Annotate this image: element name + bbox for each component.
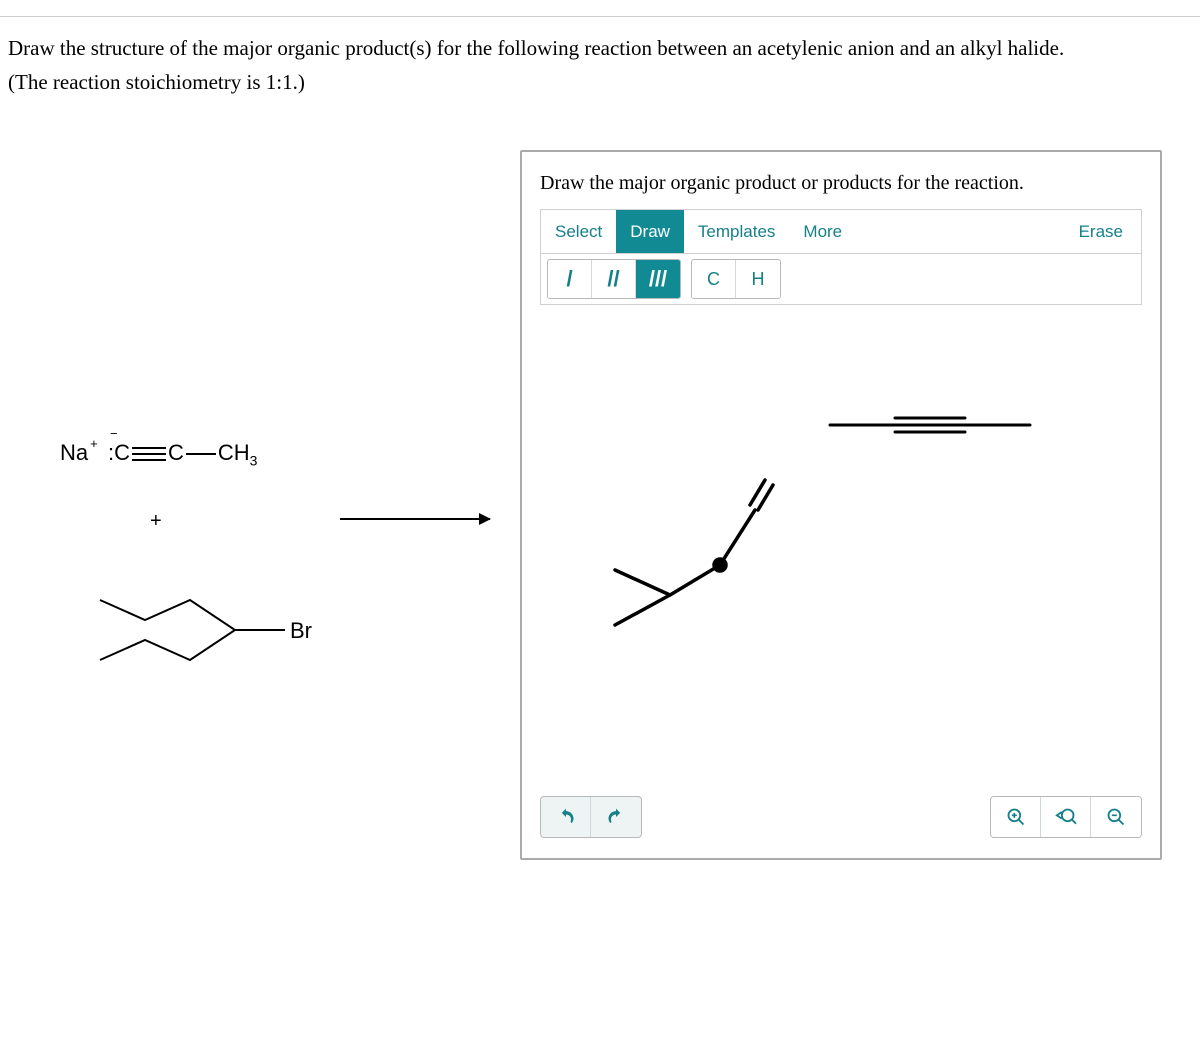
zoom-reset-icon [1055, 807, 1077, 827]
question-line2: (The reaction stoichiometry is 1:1.) [8, 70, 305, 94]
methyl-group: CH3 [218, 440, 258, 465]
sodium-charge: + [90, 436, 98, 451]
undo-icon [556, 807, 576, 827]
bromine-label: Br [290, 618, 312, 644]
single-bond-icon [186, 453, 216, 455]
drawing-canvas[interactable] [540, 315, 1142, 715]
question-line1: Draw the structure of the major organic … [8, 36, 1064, 60]
carbanion-prefix: −:C [108, 440, 130, 465]
plus-symbol: + [150, 510, 162, 533]
undo-button[interactable] [541, 797, 591, 837]
hydrogen-atom-tool[interactable]: H [736, 260, 780, 298]
panel-title: Draw the major organic product or produc… [522, 152, 1160, 209]
triple-bond-icon [132, 447, 166, 461]
triple-bond-tool[interactable]: /// [636, 260, 680, 298]
canvas-controls [540, 796, 1142, 838]
history-controls [540, 796, 642, 838]
zoom-out-button[interactable] [1091, 797, 1141, 837]
zoom-in-icon [1006, 807, 1026, 827]
single-bond-tool[interactable]: / [548, 260, 592, 298]
reaction-arrow [340, 518, 490, 520]
atom-tool-group: C H [691, 259, 781, 299]
reactant-acetylide: Na+ −:CCCH3 [60, 440, 257, 468]
reactant-alkyl-halide: Br [90, 570, 310, 690]
toolbar-tools: / // /// C H [541, 254, 1141, 304]
erase-button[interactable]: Erase [1061, 210, 1141, 253]
tab-more[interactable]: More [789, 210, 856, 253]
question-prompt: Draw the structure of the major organic … [8, 32, 1160, 99]
drawing-panel: Draw the major organic product or produc… [520, 150, 1162, 860]
zoom-in-button[interactable] [991, 797, 1041, 837]
carbanion-charge: − [110, 426, 118, 441]
sodium-label: Na [60, 440, 88, 465]
redo-icon [606, 807, 626, 827]
redo-button[interactable] [591, 797, 641, 837]
zoom-reset-button[interactable] [1041, 797, 1091, 837]
tab-draw[interactable]: Draw [616, 210, 684, 253]
reaction-scheme: Na+ −:CCCH3 + Br [60, 430, 500, 710]
tab-select[interactable]: Select [541, 210, 616, 253]
carbon-atom-tool[interactable]: C [692, 260, 736, 298]
canvas-drawing [540, 315, 1140, 705]
alkyl-halide-structure [90, 570, 310, 690]
zoom-controls [990, 796, 1142, 838]
toolbar-tabs: Select Draw Templates More Erase [541, 210, 1141, 254]
drawing-toolbar: Select Draw Templates More Erase / // //… [540, 209, 1142, 305]
page-divider [0, 16, 1200, 17]
double-bond-tool[interactable]: // [592, 260, 636, 298]
bond-tool-group: / // /// [547, 259, 681, 299]
zoom-out-icon [1106, 807, 1126, 827]
tab-templates[interactable]: Templates [684, 210, 789, 253]
